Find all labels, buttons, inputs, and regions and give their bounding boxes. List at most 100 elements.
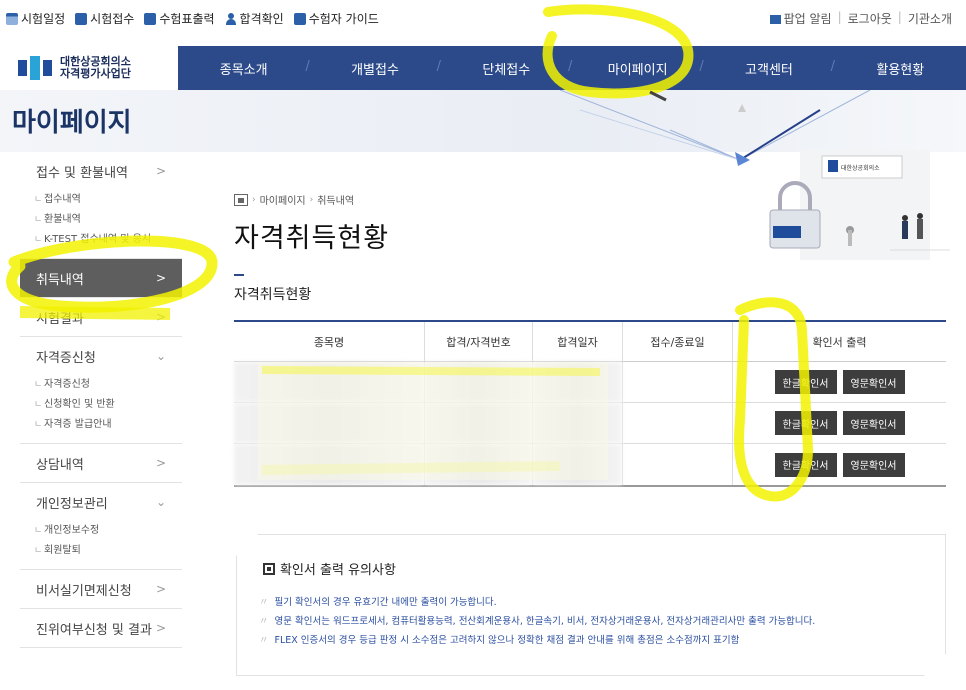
english-certificate-button[interactable]: 영문확인서 xyxy=(842,452,905,477)
table-cell xyxy=(622,403,732,443)
notice-title: 확인서 출력 유의사항 xyxy=(263,559,396,578)
chevron-right-icon: > xyxy=(155,621,166,635)
quote-icon: 〃 xyxy=(259,597,269,608)
calendar-icon xyxy=(6,12,18,25)
divider: | xyxy=(837,10,842,24)
sidebar-item-certificate-apply[interactable]: 자격증신청 ⌄ xyxy=(20,337,182,375)
redacted-cell xyxy=(532,444,622,485)
banner-title: 마이페이지 xyxy=(12,108,132,138)
sidebar-group-secretary: 비서실기면제신청 > xyxy=(20,570,182,609)
top-link-print-ticket[interactable]: 수험표출력 xyxy=(144,10,215,27)
notice-line: 〃 FLEX 인증서의 경우 등급 판정 시 소수점은 고려하지 않으나 정확한 … xyxy=(259,635,740,646)
sidebar-subitem-ktest[interactable]: K-TEST 접수내역 및 응시 xyxy=(34,230,182,250)
nav-item-individual[interactable]: 개별접수 xyxy=(305,59,440,78)
chevron-down-icon: ⌄ xyxy=(155,349,166,363)
table-header: 종목명 합격/자격번호 합격일자 접수/종료일 확인서 출력 xyxy=(234,322,946,362)
notice-line: 〃 필기 확인서의 경우 유효기간 내에만 출력이 가능합니다. xyxy=(259,597,497,608)
korean-certificate-button[interactable]: 한글확인서 xyxy=(774,411,837,435)
table-cell: 한글확인서 영문확인서 xyxy=(732,403,946,443)
svg-text:대한상공회의소: 대한상공회의소 xyxy=(841,164,880,172)
sidebar-item-consult[interactable]: 상담내역 > xyxy=(20,444,182,482)
nav-item-support[interactable]: 고객센터 xyxy=(699,59,834,78)
breadcrumb: › 마이페이지 › 취득내역 xyxy=(234,192,354,207)
sidebar-subitem-cert-apply[interactable]: 자격증신청 xyxy=(34,375,182,395)
breadcrumb-separator: › xyxy=(252,194,256,205)
sidebar-subitem-cert-issue[interactable]: 자격증 발급안내 xyxy=(34,415,182,435)
blurred-content xyxy=(234,444,424,485)
monitor-icon xyxy=(263,562,275,575)
org-intro-link[interactable]: 기관소개 xyxy=(908,10,952,27)
sidebar-group-consult: 상담내역 > xyxy=(20,444,182,483)
blurred-content xyxy=(234,362,424,402)
sidebar-item-secretary-exempt[interactable]: 비서실기면제신청 > xyxy=(20,570,182,608)
top-links: 시험일정 시험접수 수험표출력 합격확인 수험자 가이드 xyxy=(6,10,379,27)
top-link-guide[interactable]: 수험자 가이드 xyxy=(293,10,379,27)
sidebar-sublist: 접수내역 환불내역 K-TEST 접수내역 및 응시 xyxy=(20,190,182,258)
sidebar-sublist: 개인정보수정 회원탈퇴 xyxy=(20,521,182,569)
chevron-right-icon: > xyxy=(155,456,166,470)
sidebar: 접수 및 환불내역> 접수내역 환불내역 K-TEST 접수내역 및 응시 취득… xyxy=(20,152,182,648)
blurred-content xyxy=(533,444,622,485)
logout-link[interactable]: 로그아웃 xyxy=(848,10,892,27)
mypage-illustration: 대한상공회의소 xyxy=(560,90,950,260)
home-icon[interactable] xyxy=(234,193,248,206)
column-header: 합격/자격번호 xyxy=(424,322,532,361)
quote-icon: 〃 xyxy=(259,616,269,627)
nav-menu: 종목소개 개별접수 단체접수 마이페이지 고객센터 활용현황 xyxy=(178,46,966,90)
divider: | xyxy=(897,10,902,24)
main-nav: 대한상공회의소 자격평가사업단 종목소개 개별접수 단체접수 마이페이지 고객센… xyxy=(0,46,966,90)
chevron-right-icon: > xyxy=(155,582,166,596)
top-utility-bar: 시험일정 시험접수 수험표출력 합격확인 수험자 가이드 팝업 알림 | 로그아… xyxy=(0,0,966,34)
blurred-content xyxy=(533,362,622,402)
korean-certificate-button[interactable]: 한글확인서 xyxy=(774,452,837,477)
sidebar-sublist: 자격증신청 신청확인 및 반환 자격증 발급안내 xyxy=(20,375,182,443)
sidebar-group-authenticity: 진위여부신청 및 결과 > xyxy=(20,609,182,648)
sidebar-item-authenticity[interactable]: 진위여부신청 및 결과 > xyxy=(20,609,182,647)
chevron-down-icon: ⌄ xyxy=(155,495,166,509)
sidebar-subitem-registration[interactable]: 접수내역 xyxy=(34,190,182,210)
column-header: 접수/종료일 xyxy=(622,322,732,361)
blurred-content xyxy=(425,444,532,485)
blurred-content xyxy=(425,403,532,443)
table-row: 한글확인서 영문확인서 xyxy=(234,403,946,444)
breadcrumb-item[interactable]: 취득내역 xyxy=(317,192,354,207)
nav-item-group[interactable]: 단체접수 xyxy=(437,59,572,78)
notice-lines: 〃 필기 확인서의 경우 유효기간 내에만 출력이 가능합니다. 〃 영문 확인서는… xyxy=(259,593,815,650)
nav-item-mypage[interactable]: 마이페이지 xyxy=(568,59,703,78)
top-right-links: 팝업 알림 | 로그아웃 | 기관소개 xyxy=(769,10,952,27)
redacted-cell xyxy=(234,444,424,485)
sidebar-subitem-cert-confirm[interactable]: 신청확인 및 반환 xyxy=(34,395,182,415)
korean-certificate-button[interactable]: 한글확인서 xyxy=(774,370,837,394)
redacted-cell xyxy=(234,403,424,443)
english-certificate-button[interactable]: 영문확인서 xyxy=(842,370,905,394)
popup-alert-link[interactable]: 팝업 알림 xyxy=(769,10,832,27)
top-link-schedule[interactable]: 시험일정 xyxy=(6,10,65,27)
folded-corner xyxy=(236,534,258,556)
english-certificate-button[interactable]: 영문확인서 xyxy=(842,411,905,435)
print-icon xyxy=(144,12,157,25)
brand-logo[interactable]: 대한상공회의소 자격평가사업단 xyxy=(0,46,178,90)
chevron-right-icon: > xyxy=(155,271,166,285)
sidebar-subitem-refund[interactable]: 환불내역 xyxy=(34,210,182,230)
section-title: 자격취득현황 xyxy=(234,287,312,303)
redacted-cell xyxy=(532,362,622,402)
breadcrumb-item[interactable]: 마이페이지 xyxy=(260,192,306,207)
sidebar-item-acquired[interactable]: 취득내역 > xyxy=(20,259,182,297)
notice-line: 〃 영문 확인서는 워드프로세서, 컴퓨터활용능력, 전산회계운용사, 한글속기,… xyxy=(259,616,816,627)
table-row: 한글확인서 영문확인서 xyxy=(234,444,946,485)
redacted-cell xyxy=(234,362,424,402)
chevron-right-icon: > xyxy=(155,164,166,178)
top-link-register[interactable]: 시험접수 xyxy=(75,10,134,27)
nav-item-usage[interactable]: 활용현황 xyxy=(831,59,966,78)
sidebar-subitem-withdraw[interactable]: 회원탈퇴 xyxy=(34,541,182,561)
nav-item-intro[interactable]: 종목소개 xyxy=(178,59,309,78)
sidebar-item-registration-refund[interactable]: 접수 및 환불내역 > xyxy=(20,152,182,190)
sidebar-subitem-edit-info[interactable]: 개인정보수정 xyxy=(34,521,182,541)
sidebar-item-privacy[interactable]: 개인정보관리 ⌄ xyxy=(20,483,182,521)
table-cell xyxy=(622,362,732,402)
top-link-pass-check[interactable]: 합격확인 xyxy=(225,10,284,27)
column-header: 확인서 출력 xyxy=(732,322,946,361)
sidebar-item-results[interactable]: 시험결과 > xyxy=(20,298,182,336)
sidebar-group-certificate: 자격증신청⌄ 자격증신청 신청확인 및 반환 자격증 발급안내 xyxy=(20,337,182,444)
sidebar-group-privacy: 개인정보관리⌄ 개인정보수정 회원탈퇴 xyxy=(20,483,182,570)
